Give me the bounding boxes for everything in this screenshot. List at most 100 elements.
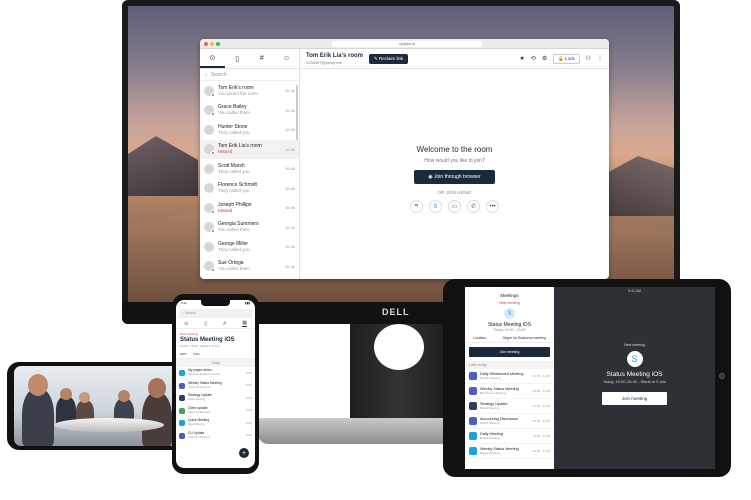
room-title: Tom Erik Lia's room: [306, 52, 363, 59]
reclaim-link-button[interactable]: ✎ Reclaim link: [369, 53, 409, 64]
phone-icon[interactable]: ✆: [467, 200, 480, 213]
meeting-sub: Skype for Business: [188, 385, 211, 389]
clock-icon[interactable]: ⊙: [184, 321, 188, 327]
lock-button[interactable]: 🔒 Lock: [553, 53, 580, 64]
tablet-meeting-item[interactable]: Accounting Discussion Board Meeting 10:45 …: [465, 414, 554, 429]
tablet-detail-title: Status Meeting iOS: [606, 371, 663, 378]
tablet-tab-skype[interactable]: Skype for Business meeting: [503, 336, 546, 340]
contact-item[interactable]: Sue Ortega You called them 10:46: [200, 257, 299, 277]
tablet-detail-join-button[interactable]: Join meeting: [601, 392, 668, 405]
more-options-icon[interactable]: •••: [486, 200, 499, 213]
tablet-meeting-item[interactable]: Strategy Update Board Meeting 10:45 - 11:4…: [465, 399, 554, 414]
minimize-dot[interactable]: [210, 41, 214, 46]
tablet-meeting-item[interactable]: Weekly Status Meeting Boardroom Meeting 10…: [465, 384, 554, 399]
contact-info: Tom Erik Lia's room Missed: [218, 143, 281, 155]
reclaim-label: Reclaim link: [379, 55, 404, 61]
contact-item[interactable]: Georgia Summers You called them 10:46: [200, 218, 299, 238]
phone-next-label: Next meeting: [180, 332, 198, 336]
phone-meeting-item[interactable]: Client update Skype for Business 10:00: [176, 405, 255, 418]
contact-item[interactable]: Scott Marsh They called you 10:46: [200, 159, 299, 179]
hash-icon[interactable]: #: [223, 321, 226, 327]
phone-meeting-item[interactable]: My pages demo Skype for Business meeting 1…: [176, 367, 255, 380]
star-icon[interactable]: ★: [519, 55, 524, 62]
tab-contacts[interactable]: ☺: [274, 49, 299, 68]
edit-button[interactable]: EDIT: [180, 352, 187, 356]
tablet-screen: Meetings Next meeting S Status Meeting i…: [465, 287, 715, 469]
meeting-title: Quick Meeting: [188, 418, 210, 423]
contact-item[interactable]: Tom Erik Lia's room Missed 10:46: [200, 139, 299, 159]
tab-recent[interactable]: ⊙: [200, 49, 225, 68]
tab-rooms[interactable]: ▯: [225, 49, 250, 68]
contact-item[interactable]: Joseph Phillips Missed 10:46: [200, 198, 299, 218]
room-heading: Tom Erik Lia's room 1234567@pexip.me: [306, 53, 363, 65]
tablet-meeting-item[interactable]: Daily Whiteboard Meeting Neville Meeting 1…: [465, 369, 554, 384]
tablet-meeting-item[interactable]: Daily Meeting Board Meeting 10:45 - 11:45: [465, 429, 554, 444]
phone-meeting-item[interactable]: Strategy Update Board Meeting 10:00: [176, 392, 255, 405]
meeting-time: 10:45 - 11:45: [532, 404, 550, 408]
monitor-screen: vyopta.io ⊙ ▯ # ☺ ⌕ Search Tom Erik's ro…: [128, 6, 674, 302]
contact-time: 10:46: [284, 244, 295, 250]
search-input[interactable]: ⌕ Search: [200, 69, 299, 81]
contact-status: Missed: [218, 149, 233, 155]
join-through-browser-button[interactable]: ◉ Join through browser: [414, 170, 495, 184]
tablet-meeting-list: Meetings Next meeting S Status Meeting i…: [465, 287, 554, 469]
tablet-tabs: Location Skype for Business meeting: [465, 336, 554, 343]
monitor-icon[interactable]: ▭: [448, 200, 461, 213]
add-meeting-button[interactable]: +: [239, 448, 249, 458]
door-icon: ▯: [235, 55, 240, 63]
contact-time: 10:46: [284, 88, 295, 94]
phone-search-input[interactable]: ⌕ Search: [179, 309, 252, 318]
conference-table: [54, 418, 164, 432]
hash-icon: #: [259, 55, 264, 62]
zoom-dot[interactable]: [216, 41, 220, 46]
contact-item[interactable]: Florence Schmidt They called you 10:46: [200, 179, 299, 199]
contact-info: Sue Ortega You called them: [218, 260, 281, 272]
contact-time: 10:46: [284, 146, 295, 152]
meeting-info: Weekly Status Meeting Board Meeting: [480, 447, 530, 456]
tablet-detail-time: Today, 10:00-10:30 - Starts in 5 min: [602, 379, 667, 384]
meeting-time: 10:45 - 11:45: [532, 434, 550, 438]
room-header: Tom Erik Lia's room 1234567@pexip.me ✎ R…: [300, 49, 609, 69]
meeting-app-icon: [469, 417, 477, 425]
join-browser-label: Join through browser: [434, 174, 481, 180]
more-icon[interactable]: ⋮: [597, 55, 603, 62]
contact-time: 10:46: [284, 224, 295, 230]
door-icon[interactable]: ▯: [204, 321, 207, 327]
join-options: ⌗ S ▭ ✆ •••: [300, 200, 609, 213]
portrait-phone: 9:41 ▮▮▮ ⌕ Search ⊙ ▯ # ▦ Next meeting S…: [172, 294, 259, 474]
phone-meeting-item[interactable]: Weekly Status Meeting Skype for Business 1…: [176, 380, 255, 393]
qr-icon[interactable]: ⌗: [410, 200, 423, 213]
skype-icon: S: [626, 351, 643, 367]
calendar-icon[interactable]: ▦: [242, 320, 247, 327]
tablet-join-button[interactable]: Join meeting: [469, 347, 550, 357]
tab-channels[interactable]: #: [250, 49, 275, 68]
participants-icon[interactable]: ⚇: [586, 55, 591, 62]
contact-item[interactable]: George Miller They called you 10:46: [200, 237, 299, 257]
contact-item[interactable]: Hunter Stone They called you 10:46: [200, 120, 299, 140]
close-dot[interactable]: [204, 41, 208, 46]
tablet-home-button[interactable]: [719, 373, 725, 379]
skype-icon[interactable]: S: [429, 200, 442, 213]
tablet-meeting-item[interactable]: Weekly Status Meeting Board Meeting 10:45 …: [465, 444, 554, 459]
join-button[interactable]: JOIN: [193, 352, 200, 356]
sidebar-tabs: ⊙ ▯ # ☺: [200, 49, 299, 69]
meeting-time: 10:00: [245, 384, 253, 388]
tablet-device: Meetings Next meeting S Status Meeting i…: [443, 279, 731, 477]
meeting-info: Client update Skype for Business: [188, 406, 243, 415]
gear-icon[interactable]: ⚙: [542, 55, 547, 62]
meeting-info: Strategy Update Board Meeting: [480, 402, 530, 411]
tablet-tab-location[interactable]: Location: [473, 336, 486, 340]
presence-indicator: [211, 268, 215, 273]
history-icon[interactable]: ⟲: [531, 55, 536, 62]
tablet-header: Meetings: [500, 293, 519, 298]
contact-item[interactable]: Grace Bailey You called them 10:46: [200, 101, 299, 121]
contact-info: Georgia Summers You called them: [218, 221, 281, 233]
meeting-info: Strategy Update Board Meeting: [188, 394, 243, 402]
contact-item[interactable]: Tom Erik's room You joined the room 10:46: [200, 81, 299, 101]
participant-face: [148, 378, 166, 398]
phone-meeting-item[interactable]: CU Update Skype for Business 10:00: [176, 430, 255, 443]
url-bar[interactable]: vyopta.io: [332, 40, 482, 47]
contact-time: 10:46: [284, 127, 295, 133]
phone-meeting-item[interactable]: Quick Meeting Board Meeting 10:00: [176, 417, 255, 430]
meeting-sub: Board Meeting: [480, 436, 500, 440]
